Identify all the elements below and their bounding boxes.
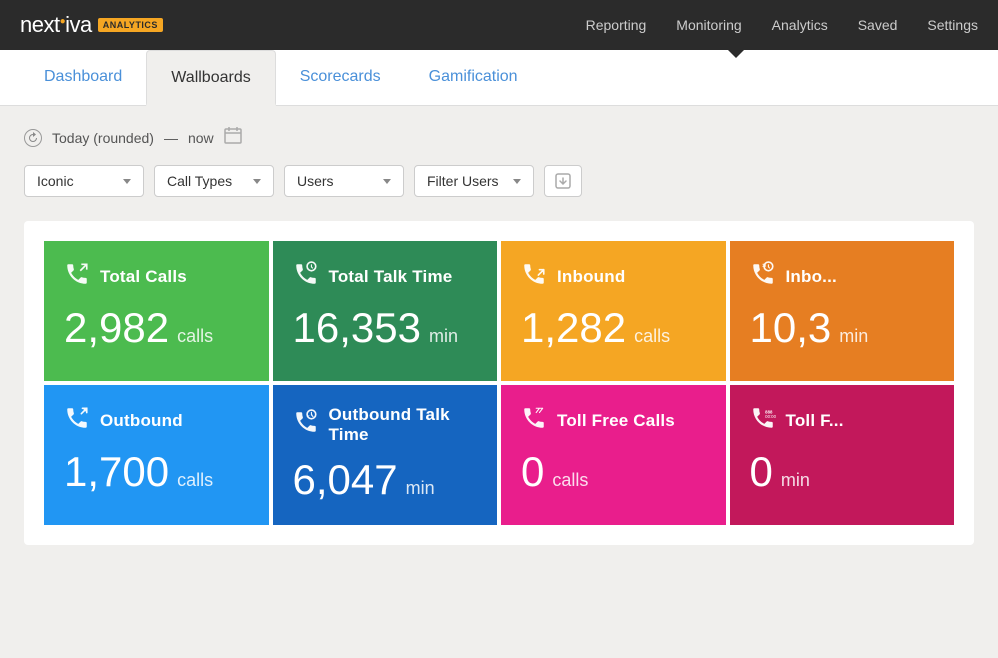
- tab-scorecards[interactable]: Scorecards: [276, 50, 405, 105]
- logo-text: next●iva: [20, 12, 92, 38]
- cards-container: Total Calls 2,982 calls: [24, 221, 974, 545]
- nav-links: Reporting Monitoring Analytics Saved Set…: [586, 17, 978, 33]
- outbound-phone-icon: [64, 405, 90, 437]
- chevron-down-icon: [383, 179, 391, 184]
- card-toll-free: Toll Free Calls 0 calls: [501, 385, 726, 525]
- users-value: Users: [297, 173, 375, 189]
- toll-free-icon: [521, 405, 547, 437]
- nav-caret: [728, 50, 744, 58]
- date-text: Today (rounded): [52, 130, 154, 146]
- svg-text:00:00: 00:00: [765, 414, 776, 419]
- card-outbound-talk-time: ∞ Outbound Talk Time 6,047 min: [273, 385, 498, 525]
- call-types-value: Call Types: [167, 173, 245, 189]
- call-types-select[interactable]: Call Types: [154, 165, 274, 197]
- inbound-talk-icon: [750, 261, 776, 293]
- total-talk-title: Total Talk Time: [329, 267, 453, 287]
- toll-free-unit: calls: [552, 470, 588, 491]
- toll-free-partial-unit: min: [781, 470, 810, 491]
- tab-wallboards[interactable]: Wallboards: [146, 50, 275, 106]
- chevron-down-icon: [123, 179, 131, 184]
- nav-monitoring[interactable]: Monitoring: [676, 17, 741, 33]
- chevron-down-icon: [253, 179, 261, 184]
- card-outbound: Outbound 1,700 calls: [44, 385, 269, 525]
- inbound-title: Inbound: [557, 267, 625, 287]
- top-navigation: next●iva ANALYTICS Reporting Monitoring …: [0, 0, 998, 50]
- date-bar: Today (rounded) — now: [24, 126, 974, 149]
- toll-free-title: Toll Free Calls: [557, 411, 675, 431]
- date-now: now: [188, 130, 214, 146]
- view-type-select[interactable]: Iconic: [24, 165, 144, 197]
- outbound-clock-icon: ∞: [293, 409, 319, 441]
- nav-saved[interactable]: Saved: [858, 17, 898, 33]
- total-calls-unit: calls: [177, 326, 213, 347]
- toll-free-value: 0: [521, 451, 544, 493]
- outbound-unit: calls: [177, 470, 213, 491]
- nav-analytics[interactable]: Analytics: [772, 17, 828, 33]
- outbound-value: 1,700: [64, 451, 169, 493]
- inbound-phone-icon: [521, 261, 547, 293]
- toll-free-time-icon: 888 00:00: [750, 405, 776, 437]
- date-separator: —: [164, 130, 178, 146]
- card-total-calls: Total Calls 2,982 calls: [44, 241, 269, 381]
- outbound-talk-title: Outbound Talk Time: [329, 405, 478, 445]
- calendar-icon[interactable]: [224, 126, 242, 149]
- refresh-icon[interactable]: [24, 129, 42, 147]
- inbound-unit: calls: [634, 326, 670, 347]
- filter-bar: Iconic Call Types Users Filter Users: [24, 165, 974, 197]
- cards-row-2: Outbound 1,700 calls ∞: [44, 385, 954, 525]
- outbound-talk-unit: min: [406, 478, 435, 499]
- logo-area: next●iva ANALYTICS: [20, 12, 163, 38]
- tabs-area: Dashboard Wallboards Scorecards Gamifica…: [0, 50, 998, 106]
- users-select[interactable]: Users: [284, 165, 404, 197]
- logo-badge: ANALYTICS: [98, 18, 163, 32]
- inbound-partial-value: 10,3: [750, 307, 832, 349]
- cards-row-1: Total Calls 2,982 calls: [44, 241, 954, 381]
- filter-users-select[interactable]: Filter Users: [414, 165, 534, 197]
- inbound-partial-title: Inbo...: [786, 267, 837, 287]
- nav-reporting[interactable]: Reporting: [586, 17, 647, 33]
- outbound-talk-value: 6,047: [293, 459, 398, 501]
- card-toll-free-partial: 888 00:00 Toll F... 0 min: [730, 385, 955, 525]
- nav-settings[interactable]: Settings: [927, 17, 978, 33]
- toll-free-partial-title: Toll F...: [786, 411, 844, 431]
- outbound-title: Outbound: [100, 411, 183, 431]
- view-type-value: Iconic: [37, 173, 115, 189]
- filter-users-value: Filter Users: [427, 173, 505, 189]
- phone-icon: [64, 261, 90, 293]
- total-talk-value: 16,353: [293, 307, 421, 349]
- export-button[interactable]: [544, 165, 582, 197]
- svg-text:∞: ∞: [307, 414, 310, 418]
- chevron-down-icon: [513, 179, 521, 184]
- tab-gamification[interactable]: Gamification: [405, 50, 542, 105]
- inbound-value: 1,282: [521, 307, 626, 349]
- total-calls-value: 2,982: [64, 307, 169, 349]
- card-inbound-partial: Inbo... 10,3 min: [730, 241, 955, 381]
- total-calls-title: Total Calls: [100, 267, 187, 287]
- inbound-partial-unit: min: [839, 326, 868, 347]
- card-total-talk-time: Total Talk Time 16,353 min: [273, 241, 498, 381]
- toll-free-partial-value: 0: [750, 451, 773, 493]
- phone-clock-icon: [293, 261, 319, 293]
- content-area: Today (rounded) — now Iconic Call Types …: [0, 106, 998, 565]
- card-inbound: Inbound 1,282 calls: [501, 241, 726, 381]
- total-talk-unit: min: [429, 326, 458, 347]
- tab-dashboard[interactable]: Dashboard: [20, 50, 146, 105]
